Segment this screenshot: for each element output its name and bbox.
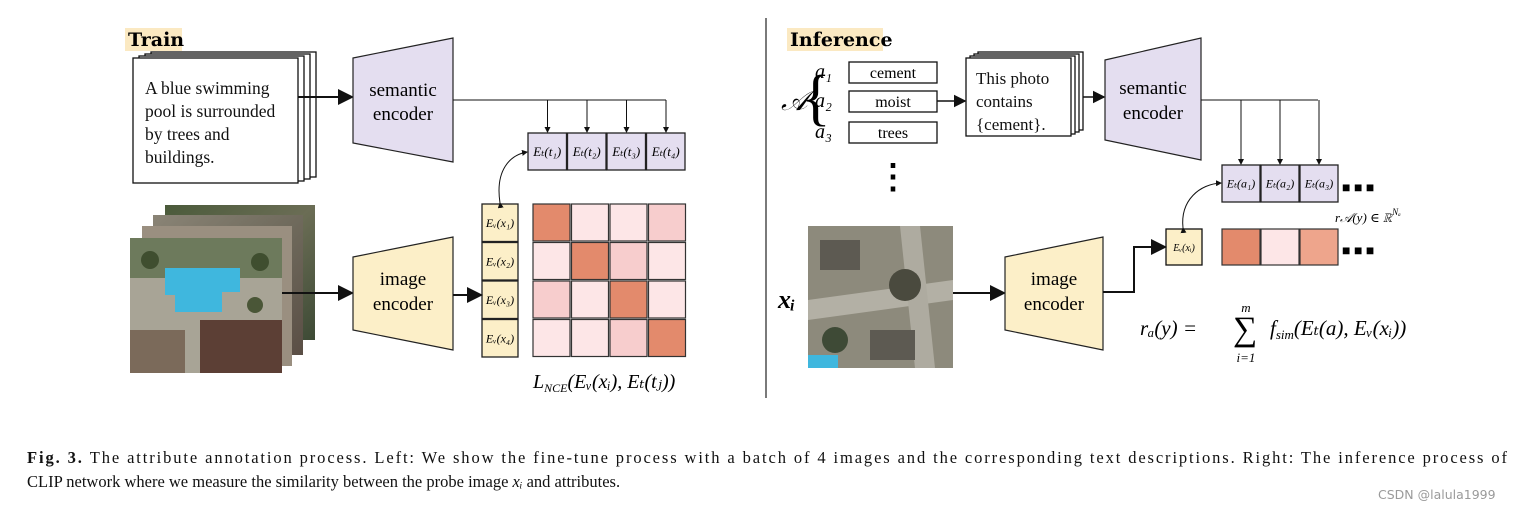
- attribute-name: trees: [878, 125, 908, 142]
- ellipsis: ■ ■ ■: [1342, 181, 1374, 196]
- encoder-label: semantic: [369, 80, 437, 101]
- svg-text:i=1: i=1: [1237, 350, 1256, 365]
- similarity-cell: [647, 318, 687, 358]
- embedding-label: Eₜ(t₁): [532, 144, 561, 159]
- prompt-line: {cement}.: [976, 115, 1046, 134]
- attribute-var: a₁: [815, 61, 832, 83]
- arrow: [1103, 239, 1167, 293]
- similarity-cell: [570, 203, 610, 242]
- attribute-var: a₃: [815, 121, 832, 143]
- attribute-name: moist: [875, 94, 911, 111]
- curved-arrow: [1180, 180, 1222, 234]
- text-line: pool is surrounded: [145, 101, 276, 121]
- embedding-label: Eᵥ(xᵢ): [1172, 243, 1195, 254]
- similarity-cell: [532, 318, 571, 358]
- encoder-label: encoder: [1123, 103, 1184, 124]
- similarity-cell: [532, 241, 571, 281]
- embedding-label: Eₜ(t₂): [572, 144, 601, 159]
- embedding-label: Eᵥ(x₂): [485, 254, 514, 268]
- score-cell: [1221, 228, 1261, 266]
- similarity-cell: [570, 318, 610, 358]
- text-line: by trees and: [145, 124, 230, 144]
- ellipsis: ■ ■ ■: [1342, 244, 1374, 259]
- similarity-cell: [532, 203, 571, 242]
- probe-image: [808, 226, 953, 368]
- score-cell: [1260, 228, 1300, 266]
- similarity-cell: [609, 203, 648, 242]
- caption-line-1: Fig. 3. The attribute annotation process.…: [27, 448, 1507, 467]
- embedding-label: Eᵥ(x₄): [485, 331, 514, 345]
- similarity-cell: [609, 318, 648, 358]
- encoder-label: image: [1031, 269, 1077, 290]
- image-stack: [130, 205, 315, 373]
- pool-image: [130, 238, 282, 373]
- similarity-cell: [609, 280, 648, 319]
- score-formula: rₐ(y) = ∑ m i=1 fsim(Eₜ(a), Eᵥ(xᵢ)): [1140, 300, 1406, 365]
- attribute-var: a₂: [815, 90, 832, 112]
- figure-caption: Fig. 3. The attribute annotation process.…: [27, 448, 1507, 491]
- similarity-cell: [647, 203, 687, 242]
- svg-text:m: m: [1241, 300, 1250, 315]
- score-cell: [1299, 228, 1339, 266]
- train-panel: Train A blue swimming pool is surrounded…: [125, 28, 687, 395]
- svg-text:rₐ(y) =: rₐ(y) =: [1140, 316, 1197, 340]
- caption-line-2: CLIP network where we measure the simila…: [27, 472, 620, 491]
- curved-arrow: [497, 149, 528, 209]
- encoder-label: encoder: [1024, 294, 1085, 315]
- text-line: A blue swimming: [145, 78, 270, 98]
- loss-label: LNCE(Eᵥ(xᵢ), Eₜ(tⱼ)): [532, 371, 676, 395]
- score-vector-label: r𝒜(y) ∈ ℝNₐ: [1335, 207, 1401, 225]
- inference-panel: Inference 𝒜 { a₁ cementa₂ moista₃ trees ⋮ T…: [777, 28, 1406, 368]
- embedding-label: Eₜ(a₁): [1226, 177, 1255, 191]
- similarity-cell: [647, 280, 687, 319]
- embedding-label: Eₜ(a₃): [1304, 177, 1333, 191]
- ellipsis-vertical: ⋮: [876, 159, 910, 196]
- svg-text:fsim(Eₜ(a), Eᵥ(xᵢ)): fsim(Eₜ(a), Eᵥ(xᵢ)): [1270, 316, 1406, 342]
- similarity-cell: [570, 280, 610, 319]
- encoder-label: semantic: [1119, 78, 1187, 99]
- similarity-cell: [609, 241, 648, 281]
- prompt-line: This photo: [976, 69, 1049, 88]
- embedding-label: Eₜ(a₂): [1265, 177, 1294, 191]
- attribute-name: cement: [870, 65, 917, 82]
- inference-label: Inference: [790, 29, 893, 51]
- train-label: Train: [128, 29, 184, 51]
- embedding-label: Eₜ(t₄): [651, 144, 680, 159]
- encoder-label: image: [380, 269, 426, 290]
- watermark: CSDN @lalula1999: [1378, 487, 1496, 502]
- figure: Train A blue swimming pool is surrounded…: [27, 18, 1507, 502]
- similarity-cell: [570, 241, 610, 281]
- image-label: xᵢ: [777, 285, 795, 314]
- embedding-label: Eᵥ(x₁): [485, 216, 514, 230]
- similarity-cell: [647, 241, 687, 281]
- prompt-line: contains: [976, 92, 1033, 111]
- text-line: buildings.: [145, 147, 215, 167]
- embedding-label: Eᵥ(x₃): [485, 293, 514, 307]
- embedding-label: Eₜ(t₃): [611, 144, 640, 159]
- semantic-encoder: [1104, 37, 1202, 161]
- encoder-label: encoder: [373, 104, 434, 125]
- encoder-label: encoder: [373, 294, 434, 315]
- similarity-cell: [532, 280, 571, 319]
- svg-text:∑: ∑: [1233, 311, 1257, 348]
